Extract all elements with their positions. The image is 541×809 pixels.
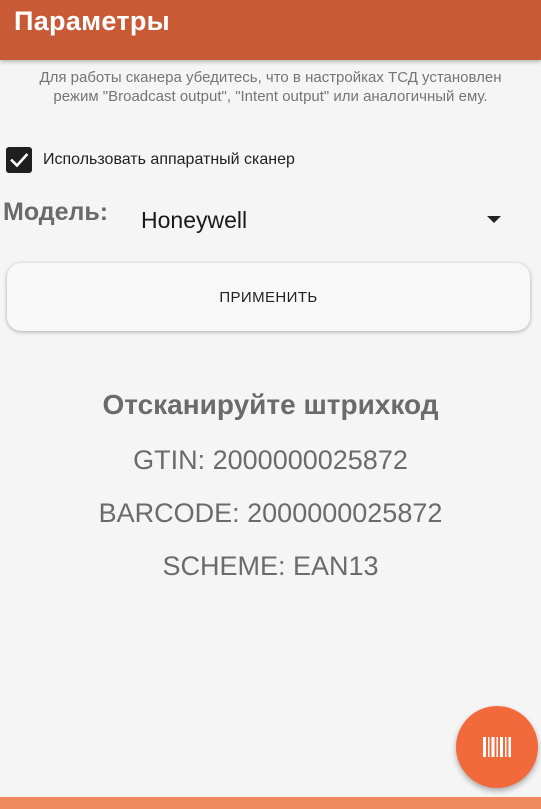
gtin-value: GTIN: 2000000025872	[133, 445, 408, 475]
app-bar: Параметры	[0, 0, 541, 60]
scheme-value: SCHEME: EAN13	[162, 551, 379, 581]
barcode-value: BARCODE: 2000000025872	[98, 498, 443, 528]
model-label: Модель:	[3, 198, 109, 226]
dropdown-arrow-icon[interactable]	[487, 216, 501, 223]
scan-barcode-fab[interactable]	[456, 706, 538, 788]
barcode-icon	[483, 737, 511, 757]
scan-prompt: Отсканируйте штрихкод	[102, 389, 439, 420]
model-select[interactable]: Honeywell	[130, 196, 510, 246]
scan-result: Отсканируйте штрихкод GTIN: 200000002587…	[0, 384, 541, 593]
page-title: Параметры	[14, 6, 171, 36]
bottom-strip	[0, 797, 541, 809]
use-hardware-scanner-checkbox[interactable]	[6, 147, 32, 173]
checkmark-icon	[10, 153, 29, 168]
scanner-hint-text: Для работы сканера убедитесь, что в наст…	[39, 69, 502, 105]
model-select-value[interactable]: Honeywell	[141, 207, 247, 234]
use-hardware-scanner-row[interactable]: Использовать аппаратный сканер	[6, 146, 295, 174]
use-hardware-scanner-label[interactable]: Использовать аппаратный сканер	[43, 151, 295, 169]
apply-button[interactable]: ПРИМЕНИТЬ	[7, 263, 530, 331]
